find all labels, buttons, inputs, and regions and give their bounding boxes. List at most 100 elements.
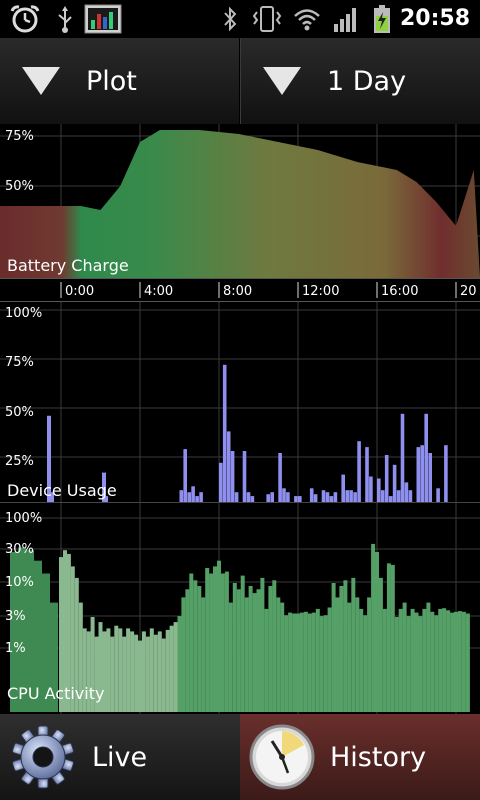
cpu-bar xyxy=(165,629,170,712)
time-tick-label: 16:00 xyxy=(381,284,418,299)
cpu-bar xyxy=(457,611,462,712)
usage-bar xyxy=(191,486,195,502)
usage-bar xyxy=(219,462,223,502)
cpu-bar xyxy=(438,608,443,712)
usage-bar xyxy=(246,492,251,502)
cpu-bar xyxy=(260,577,265,712)
usage-bar xyxy=(404,482,409,502)
alarm-clock-icon xyxy=(10,5,40,33)
usage-bar xyxy=(353,492,357,502)
cpu-bar xyxy=(145,636,150,712)
usage-bar xyxy=(286,492,290,502)
cpu-bar xyxy=(292,613,297,712)
cpu-bar xyxy=(307,613,312,712)
cpu-bar xyxy=(335,597,340,712)
usage-bar xyxy=(349,490,353,502)
usage-tick-100: 100% xyxy=(5,306,42,321)
cpu-bar xyxy=(248,586,253,712)
cpu-bar xyxy=(138,640,142,712)
usage-tick-25: 25% xyxy=(5,454,34,469)
cpu-bar xyxy=(157,631,162,712)
cpu-bar xyxy=(418,616,423,712)
cpu-bar xyxy=(149,628,154,712)
usage-bar xyxy=(384,455,389,502)
range-dropdown-label: 1 Day xyxy=(327,65,407,97)
cpu-bar xyxy=(367,597,372,712)
cpu-bar xyxy=(236,589,241,712)
usage-bar xyxy=(357,441,361,502)
cpu-bar xyxy=(382,608,387,712)
cpu-bar xyxy=(430,611,435,712)
usage-bar xyxy=(278,453,282,502)
usage-bar xyxy=(313,494,318,502)
battery-charging-icon xyxy=(374,5,390,33)
cpu-bar xyxy=(303,611,308,712)
cpu-bar xyxy=(220,573,225,712)
usage-bar xyxy=(325,492,330,502)
time-tick-label: 12:00 xyxy=(302,284,339,299)
status-bar: 20:58 xyxy=(0,0,480,38)
cpu-bar xyxy=(185,589,190,712)
tab-history-label: History xyxy=(330,741,427,773)
cpu-bar xyxy=(410,608,415,712)
bluetooth-icon xyxy=(224,6,237,32)
usage-bar xyxy=(270,492,274,502)
time-axis: 0:00 4:00 8:00 12:00 16:00 20 xyxy=(0,278,480,302)
usage-grid xyxy=(0,302,480,506)
battery-tick-50: 50% xyxy=(5,179,34,194)
usage-bar xyxy=(321,490,326,502)
cpu-bar xyxy=(311,612,316,712)
cpu-bar xyxy=(363,615,368,712)
usage-bar xyxy=(333,492,338,502)
cpu-tick-30: 30% xyxy=(5,542,34,557)
cpu-bar xyxy=(414,612,419,712)
battery-charge-label: Battery Charge xyxy=(7,256,129,275)
usage-bar xyxy=(266,494,270,502)
cpu-bar xyxy=(426,602,431,712)
usage-bar xyxy=(298,496,302,502)
device-usage-chart: 100% 75% 50% 25% Device Usage xyxy=(0,302,480,506)
cpu-bar xyxy=(232,583,237,712)
cpu-bar xyxy=(189,573,194,712)
cpu-bar xyxy=(153,634,158,712)
cpu-bar xyxy=(434,615,439,712)
cpu-activity-label: CPU Activity xyxy=(7,684,104,703)
battery-monitor-app-icon xyxy=(84,4,122,34)
cpu-bar xyxy=(122,636,127,712)
tab-history[interactable]: History xyxy=(240,714,480,800)
cpu-bar xyxy=(390,564,395,712)
wifi-icon xyxy=(294,9,320,31)
signal-icon xyxy=(334,8,356,32)
cpu-bar xyxy=(240,575,245,712)
cpu-bar xyxy=(224,571,229,712)
usage-bar xyxy=(424,413,428,502)
cpu-bar xyxy=(126,628,131,712)
usage-bar xyxy=(416,447,421,502)
usage-bar xyxy=(380,490,385,502)
cpu-bar xyxy=(205,568,210,712)
cpu-bar xyxy=(276,597,281,712)
cpu-bar xyxy=(355,597,360,712)
usage-bar xyxy=(444,445,448,502)
tab-live[interactable]: Live xyxy=(0,714,240,800)
usage-bar xyxy=(230,451,235,502)
cpu-bar xyxy=(110,636,115,712)
time-tick-label: 20 xyxy=(460,284,477,299)
usage-bar xyxy=(242,451,247,502)
time-tick-label: 4:00 xyxy=(144,284,173,299)
plot-dropdown[interactable]: Plot xyxy=(0,38,240,124)
cpu-bar xyxy=(201,597,206,712)
cpu-bar xyxy=(280,602,285,712)
status-time: 20:58 xyxy=(399,6,470,31)
range-dropdown[interactable]: 1 Day xyxy=(240,38,480,124)
dropdown-triangle-icon xyxy=(22,67,60,95)
usage-bar xyxy=(183,449,187,502)
battery-charge-chart: 75% 50% Battery Charge xyxy=(0,124,480,278)
cpu-bar xyxy=(446,610,451,712)
cpu-bar xyxy=(213,566,217,712)
usage-bar xyxy=(234,492,239,502)
cpu-bar xyxy=(209,573,214,712)
cpu-bar xyxy=(378,577,383,712)
usage-bar xyxy=(396,490,401,502)
cpu-bar xyxy=(299,612,304,712)
